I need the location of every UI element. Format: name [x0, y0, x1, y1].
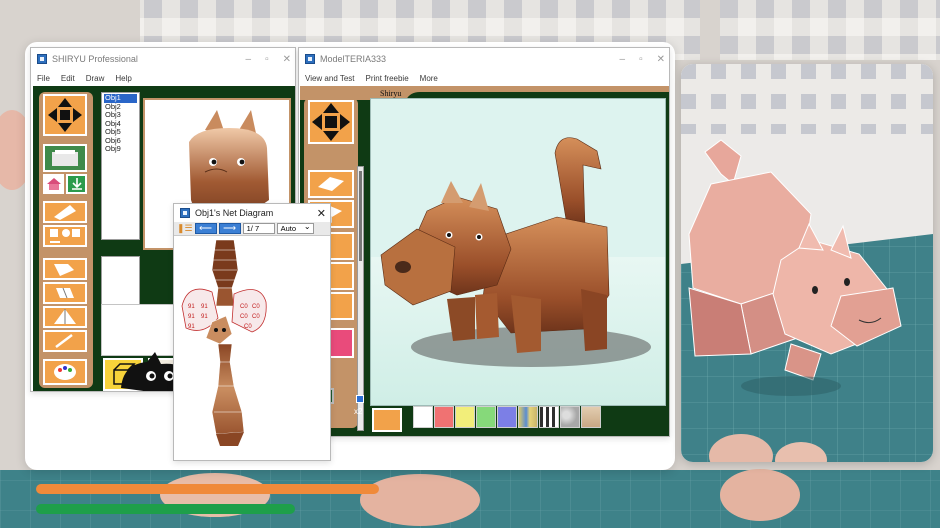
close-icon[interactable]: ✕ — [317, 207, 326, 220]
shapes-tool[interactable] — [43, 225, 87, 247]
net-label-left: 91 — [201, 314, 208, 320]
shiryu-menubar: File Edit Draw Help — [31, 70, 295, 86]
minimize-icon[interactable]: – — [246, 54, 252, 65]
palette-icon — [54, 364, 76, 380]
color-swatch-yellow[interactable] — [455, 406, 475, 428]
pyramid-icon — [54, 309, 76, 324]
modelteria-window: ModelTERIA333 – ▫ ✕ View and Test Print … — [298, 47, 670, 437]
net-label-left: 91 — [201, 304, 208, 310]
window-title: ModelTERIA333 — [320, 54, 387, 64]
maximize-icon[interactable]: ▫ — [639, 54, 643, 65]
net-diagram-window: Obj1's Net Diagram ✕ ❚☰ ⟵ ⟶ 1/ 7 Auto 91… — [173, 203, 331, 461]
modelteria-menubar: View and Test Print freebie More — [299, 70, 669, 86]
net-label-right: C0 — [240, 304, 248, 310]
cut-icon — [54, 264, 74, 276]
color-swatch-blue[interactable] — [497, 406, 517, 428]
fold-line-icon[interactable]: ❚☰ — [177, 223, 193, 234]
home-icon — [46, 178, 61, 190]
net-label-left: 91 — [188, 304, 195, 310]
net-diagram-canvas[interactable]: 91 91 91 91 91 C0 C0 C0 C0 C0 — [174, 236, 330, 458]
texture-swatch-stripe[interactable] — [539, 406, 559, 428]
net-label-left: 91 — [188, 324, 195, 330]
net-label-right: C0 — [240, 314, 248, 320]
scrollbar-thumb[interactable] — [359, 171, 362, 261]
progress-bar-orange — [36, 484, 379, 494]
net-toolbar: ❚☰ ⟵ ⟶ 1/ 7 Auto — [174, 222, 330, 236]
pyramid-tool[interactable] — [43, 306, 87, 328]
open-file-tool[interactable] — [43, 144, 87, 172]
maximize-icon[interactable]: ▫ — [265, 54, 269, 65]
menu-more[interactable]: More — [420, 74, 438, 83]
prev-page-button[interactable]: ⟵ — [194, 223, 217, 234]
scale-dropdown[interactable]: Auto — [276, 222, 314, 234]
download-icon — [71, 178, 82, 190]
net-label-right: C0 — [252, 314, 260, 320]
app-icon — [305, 54, 315, 64]
page-indicator[interactable]: 1/ 7 — [242, 223, 275, 234]
modelteria-titlebar[interactable]: ModelTERIA333 – ▫ ✕ — [299, 48, 669, 70]
vertical-scrollbar[interactable] — [357, 166, 364, 431]
shiryu-titlebar[interactable]: SHIRYU Professional – ▫ ✕ — [31, 48, 295, 70]
minimize-icon[interactable]: – — [620, 54, 626, 65]
close-icon[interactable]: ✕ — [657, 54, 665, 65]
texture-swatch-grass[interactable] — [518, 406, 538, 428]
paper-tool[interactable] — [43, 201, 87, 223]
net-diagram-titlebar[interactable]: Obj1's Net Diagram ✕ — [174, 204, 330, 222]
app-icon — [180, 208, 190, 218]
checkbox[interactable] — [356, 395, 364, 403]
paper-icon — [54, 205, 76, 220]
object-list: Obj1 Obj2 Obj3 Obj4 Obj5 Obj6 Obj9 — [101, 92, 140, 240]
rotate-icon — [318, 177, 344, 191]
modelteria-workspace: Shiryu x2 — [300, 86, 669, 436]
multiplier-label: x2 — [354, 407, 363, 416]
menu-file[interactable]: File — [37, 74, 50, 83]
move-arrows-tool[interactable] — [308, 100, 354, 144]
pencil-icon — [55, 334, 73, 348]
fold-icon — [56, 287, 74, 299]
color-swatch-green[interactable] — [476, 406, 496, 428]
move-arrows-icon — [312, 103, 350, 141]
3d-viewport[interactable] — [370, 98, 666, 406]
window-title: SHIRYU Professional — [52, 54, 138, 64]
paper-cat-model — [371, 137, 665, 405]
texture-swatch-stone[interactable] — [560, 406, 580, 428]
line-tool[interactable] — [43, 330, 87, 352]
paper-cat-photo — [681, 64, 933, 462]
home-tool[interactable] — [43, 174, 64, 194]
net-label-right: C0 — [244, 324, 252, 330]
paint-tool[interactable] — [43, 359, 87, 385]
close-icon[interactable]: ✕ — [283, 54, 291, 65]
shapes-icon — [50, 229, 80, 243]
net-diagram-title: Obj1's Net Diagram — [195, 208, 274, 218]
texture-swatch-cat[interactable] — [372, 408, 402, 432]
photo-card — [681, 64, 933, 462]
rotate-tool[interactable] — [308, 170, 354, 198]
next-page-button[interactable]: ⟶ — [218, 223, 241, 234]
color-swatch-white[interactable] — [413, 406, 433, 428]
menu-draw[interactable]: Draw — [86, 74, 105, 83]
shiryu-tab-label[interactable]: Shiryu — [380, 89, 401, 98]
move-arrows-icon — [48, 98, 82, 132]
progress-bar-green — [36, 504, 295, 514]
move-arrows-tool[interactable] — [43, 94, 87, 136]
color-swatch-red[interactable] — [434, 406, 454, 428]
menu-print-freebie[interactable]: Print freebie — [366, 74, 409, 83]
menu-edit[interactable]: Edit — [61, 74, 75, 83]
net-label-left: 91 — [188, 314, 195, 320]
object-list-item[interactable]: Obj9 — [104, 144, 137, 154]
export-tool[interactable] — [66, 174, 87, 194]
cut-tool[interactable] — [43, 258, 87, 280]
texture-swatch-wood[interactable] — [581, 406, 601, 428]
app-icon — [37, 54, 47, 64]
fold-tool[interactable] — [43, 282, 87, 304]
menu-help[interactable]: Help — [115, 74, 131, 83]
folder-icon — [52, 150, 78, 166]
net-label-right: C0 — [252, 304, 260, 310]
menu-view-and-test[interactable]: View and Test — [305, 74, 355, 83]
